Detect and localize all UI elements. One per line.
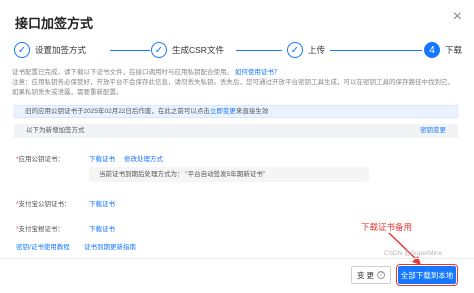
change-button[interactable]: 变 更 ? bbox=[351, 266, 391, 284]
footer-divider bbox=[0, 258, 474, 259]
change-button-label: 变 更 bbox=[356, 270, 375, 280]
help-icon: ? bbox=[377, 271, 386, 279]
download-all-button[interactable]: 全部下载到本地 bbox=[396, 264, 458, 286]
watermark: CSDN @SuperMine bbox=[384, 250, 443, 257]
dialog: 接口加签方式 × ✓ 设置加签方式 ✓ 生成CSR文件 ✓ 上传 4 下载 证书… bbox=[0, 0, 474, 293]
